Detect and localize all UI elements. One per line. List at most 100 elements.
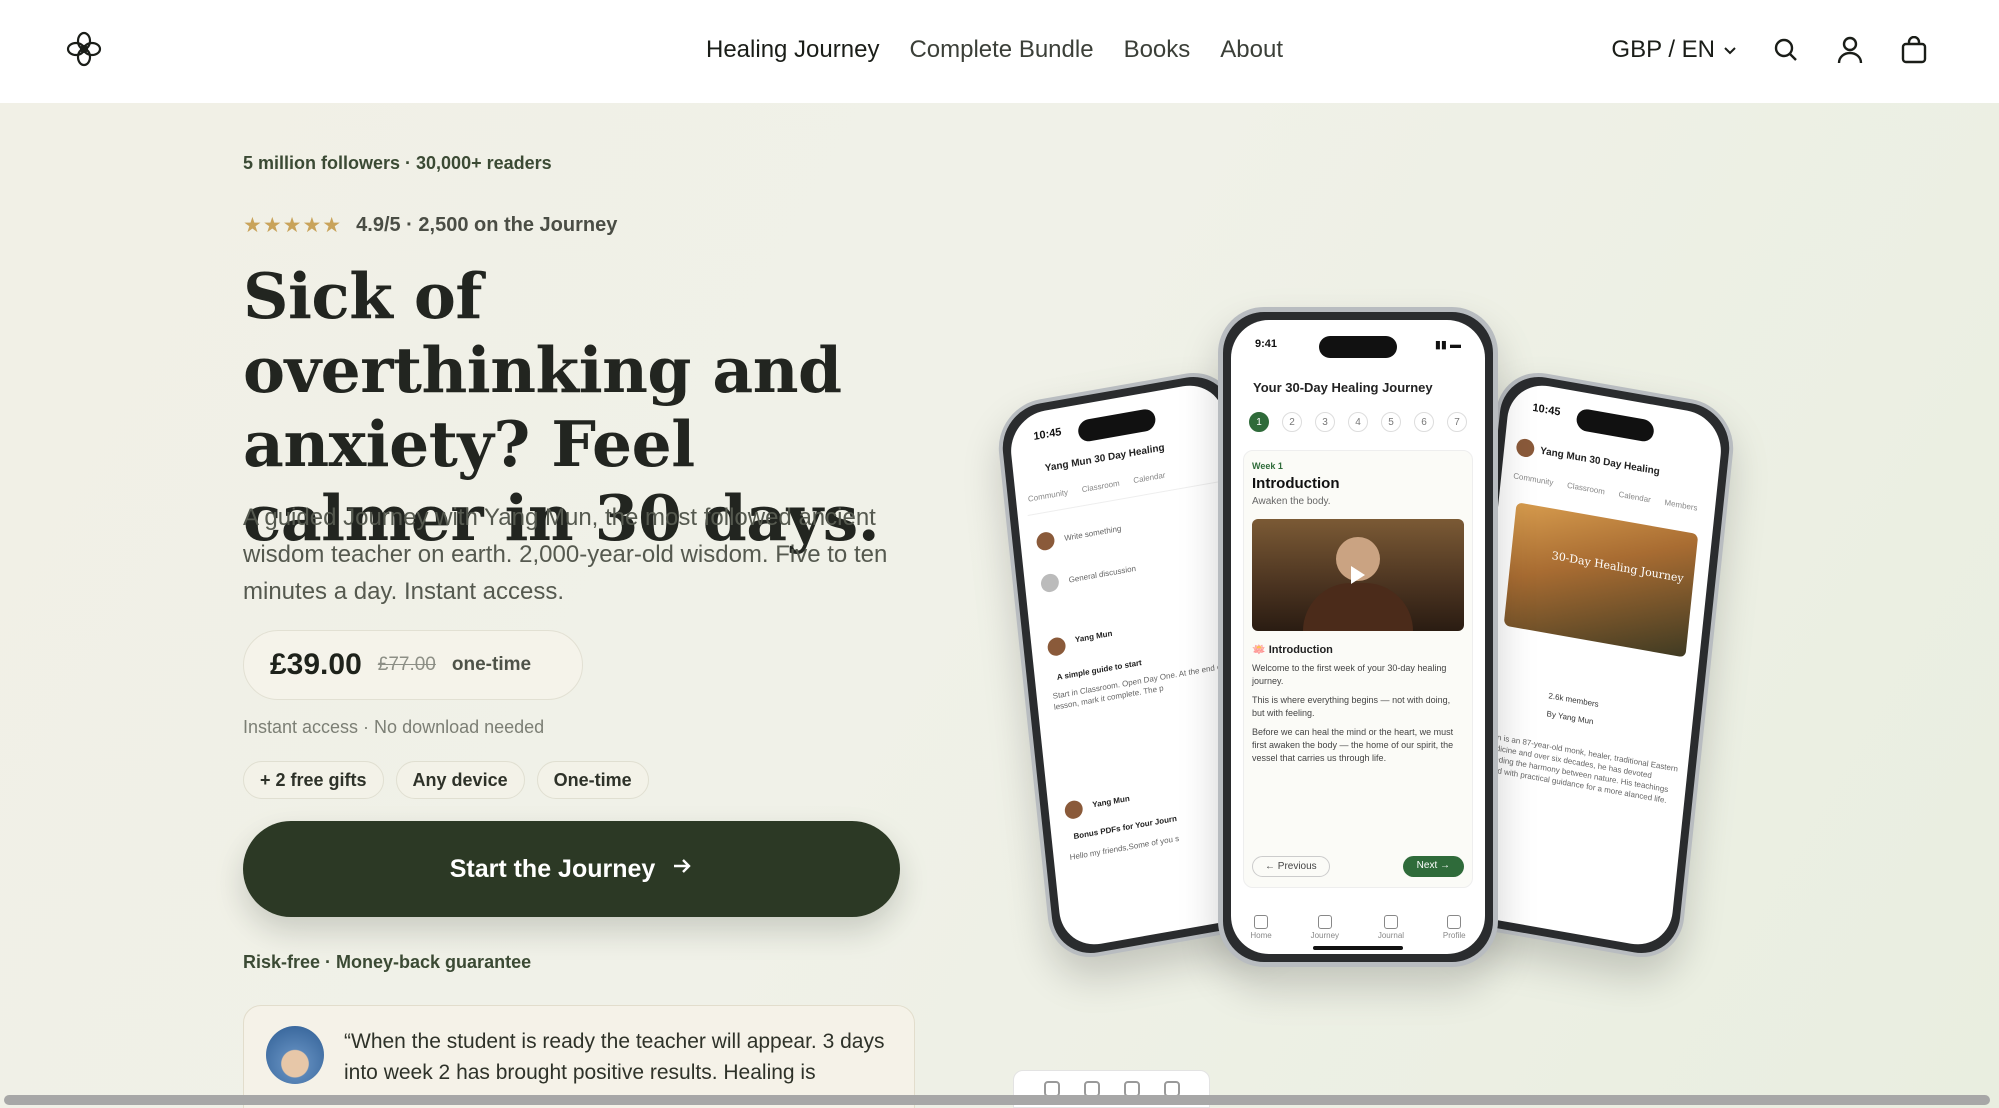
leaf-icon: [1317, 915, 1332, 929]
feature-chips: + 2 free gifts Any device One-time: [243, 761, 649, 799]
lesson-subheading: Awaken the body.: [1252, 496, 1331, 507]
day-5: 5: [1381, 412, 1401, 432]
avatar: [266, 1026, 324, 1084]
locale-label: GBP / EN: [1611, 36, 1715, 63]
guarantee-note: Risk-free · Money-back guarantee: [243, 952, 532, 972]
home-icon: [1254, 915, 1269, 929]
dynamic-island: [1575, 407, 1655, 444]
author-byline: By Yang Mun: [1546, 709, 1594, 727]
group-title: Yang Mun 30 Day Healing: [1539, 445, 1661, 478]
profile-icon: [1447, 915, 1462, 929]
tab-classroom: Classroom: [1566, 480, 1606, 497]
day-3: 3: [1315, 412, 1335, 432]
phone-lesson-mockup: 9:41 ▮▮ ▬ Your 30-Day Healing Journey 1 …: [1218, 307, 1498, 967]
dynamic-island: [1077, 407, 1157, 444]
day-7: 7: [1447, 412, 1467, 432]
tab-members: Members: [1664, 497, 1698, 513]
chevron-down-icon: [1723, 36, 1737, 64]
day-2: 2: [1282, 412, 1302, 432]
tab-community: Community: [1512, 471, 1554, 488]
tab-home: Home: [1250, 915, 1272, 940]
general-discussion: General discussion: [1068, 563, 1137, 585]
community-title: Yang Mun 30 Day Healing: [1044, 442, 1166, 475]
social-proof: 5 million followers · 30,000+ readers: [243, 153, 552, 173]
members-count: 2.6k members: [1548, 691, 1600, 709]
main-nav: Healing Journey Complete Bundle Books Ab…: [706, 0, 1283, 100]
nav-healing-journey[interactable]: Healing Journey: [706, 36, 879, 64]
play-icon: [1351, 566, 1365, 584]
status-time: 10:45: [1032, 426, 1062, 443]
day-4: 4: [1348, 412, 1368, 432]
testimonial-quote: “When the student is ready the teacher w…: [344, 1030, 885, 1084]
avatar: [1046, 636, 1067, 658]
journey-title: Your 30-Day Healing Journey: [1253, 380, 1433, 395]
rating-text: 4.9/5 · 2,500 on the Journey: [356, 214, 618, 236]
tab-calendar: Calendar: [1132, 470, 1166, 486]
poster-title: 30-Day Healing Journey: [1551, 549, 1685, 586]
nav-complete-bundle[interactable]: Complete Bundle: [909, 36, 1093, 64]
search-icon[interactable]: [1771, 35, 1801, 65]
account-icon[interactable]: [1835, 35, 1865, 65]
day-selector: 1 2 3 4 5 6 7: [1249, 412, 1467, 432]
price-pill: £39.00 £77.00 one-time: [243, 630, 583, 700]
battery-icon: ▮▮ ▬: [1434, 339, 1461, 351]
chip-any-device: Any device: [395, 761, 525, 799]
previous-button: ← Previous: [1252, 856, 1330, 877]
testimonial-card: “When the student is ready the teacher w…: [243, 1005, 915, 1108]
lesson-heading: Introduction: [1252, 475, 1340, 492]
tab-community: Community: [1027, 487, 1069, 504]
lesson-paragraph: This is where everything begins — not wi…: [1252, 695, 1451, 718]
arrow-right-icon: [671, 855, 693, 884]
phone-screen: 9:41 ▮▮ ▬ Your 30-Day Healing Journey 1 …: [1231, 320, 1485, 954]
locale-selector[interactable]: GBP / EN: [1611, 36, 1737, 64]
header-actions: GBP / EN: [1611, 0, 1929, 100]
price-note: one-time: [451, 654, 532, 675]
start-journey-button[interactable]: Start the Journey: [243, 821, 900, 917]
avatar: [1040, 572, 1060, 594]
tab-classroom: Classroom: [1081, 478, 1121, 495]
book-icon: [1383, 915, 1398, 929]
lesson-title: 🪷 Introduction: [1252, 644, 1333, 656]
dynamic-island: [1319, 336, 1397, 358]
lesson-paragraph: Before we can heal the mind or the heart…: [1252, 727, 1454, 763]
week-label: Week 1: [1252, 461, 1283, 471]
home-indicator: [1313, 946, 1403, 950]
tab-journey: Journey: [1311, 915, 1339, 940]
hero-section: 5 million followers · 30,000+ readers ★★…: [0, 103, 1999, 1108]
next-button: Next →: [1402, 856, 1464, 877]
chip-one-time: One-time: [536, 761, 649, 799]
tab-calendar: Calendar: [1618, 489, 1652, 505]
day-6: 6: [1414, 412, 1434, 432]
cart-bag-icon[interactable]: [1899, 35, 1929, 65]
status-time: 9:41: [1255, 338, 1278, 350]
rating-row: ★★★★★ 4.9/5 · 2,500 on the Journey: [243, 213, 617, 238]
tab-profile: Profile: [1443, 915, 1466, 940]
day-1: 1: [1249, 412, 1269, 432]
author-bio: Mun is an 87-year-old monk, healer, trad…: [1482, 730, 1679, 806]
avatar: [1063, 799, 1084, 821]
site-header: Healing Journey Complete Bundle Books Ab…: [0, 0, 1999, 103]
app-mockups: 10:45 Yang Mun 30 Day Healing Community …: [994, 303, 1738, 1083]
write-something: Write something: [1063, 523, 1122, 543]
app-tab-bar: Home Journey Journal Profile: [1231, 915, 1485, 940]
nav-books[interactable]: Books: [1124, 36, 1191, 64]
journey-poster: 30-Day Healing Journey: [1503, 502, 1699, 658]
cta-label: Start the Journey: [449, 854, 656, 883]
current-price: £39.00: [270, 648, 362, 681]
lesson-video: [1252, 519, 1464, 631]
lesson-nav: ← Previous Next →: [1252, 856, 1464, 877]
logo-icon[interactable]: [66, 31, 102, 67]
horizontal-scrollbar[interactable]: [4, 1095, 1990, 1105]
post-author: Yang Mun: [1091, 793, 1131, 810]
original-price: £77.00: [377, 654, 436, 675]
hero-subcopy: A guided Journey with Yang Mun, the most…: [243, 504, 888, 605]
status-time: 10:45: [1531, 401, 1561, 419]
star-rating-icon: ★★★★★: [243, 214, 343, 237]
avatar: [1035, 530, 1056, 552]
chip-free-gifts: + 2 free gifts: [243, 761, 384, 799]
tab-journal: Journal: [1378, 915, 1404, 940]
post-author: Yang Mun: [1074, 628, 1113, 645]
nav-about[interactable]: About: [1220, 36, 1283, 64]
avatar: [1515, 437, 1536, 459]
teacher-robe: [1303, 583, 1413, 631]
